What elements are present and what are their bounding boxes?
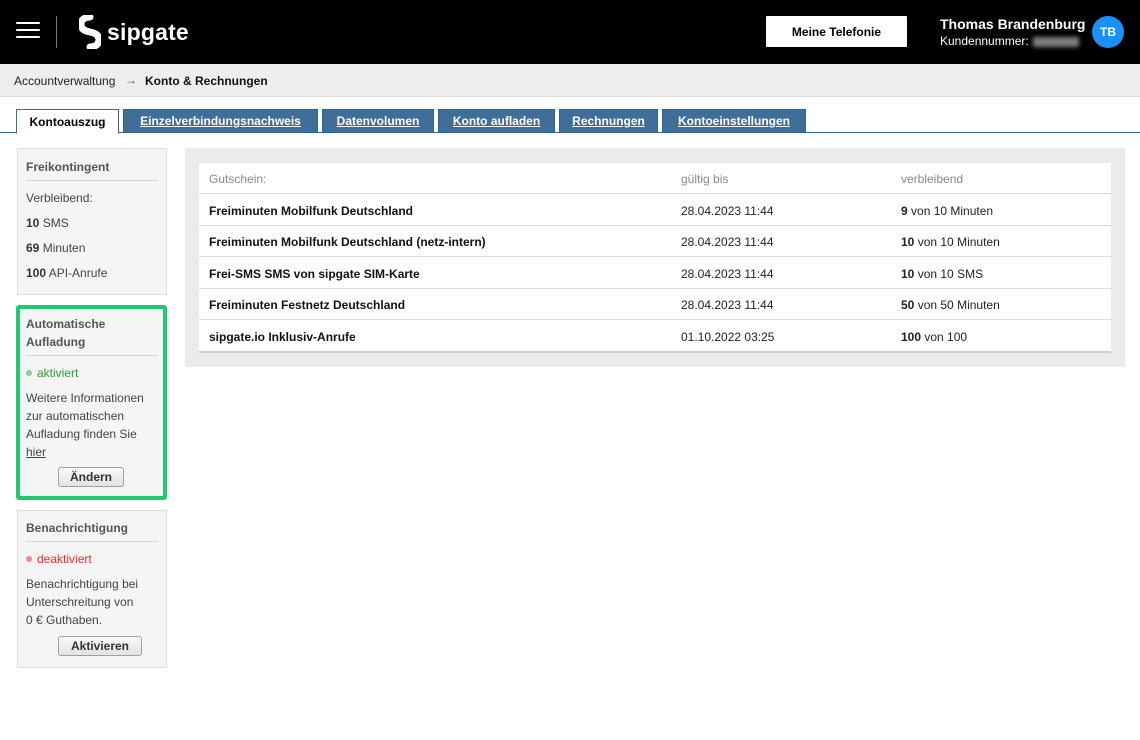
row-name: Freiminuten Festnetz Deutschland	[209, 298, 406, 312]
header-divider	[56, 16, 57, 48]
row-valid-until: 28.04.2023 11:44	[681, 235, 774, 249]
breadcrumb: Accountverwaltung → Konto & Rechnungen	[0, 64, 1140, 97]
header-verbleibend: verbleibend	[901, 172, 964, 186]
tab-datenvolumen[interactable]: Datenvolumen	[322, 109, 434, 133]
header-gutschein: Gutschein:	[209, 172, 267, 186]
tab-einzelverbindungsnachweis[interactable]: Einzelverbindungsnachweis	[123, 109, 318, 133]
table-row: Freiminuten Mobilfunk Deutschland (netz-…	[199, 226, 1111, 257]
row-name: Freiminuten Mobilfunk Deutschland (netz-…	[209, 235, 486, 249]
customer-number-redacted	[1032, 36, 1079, 47]
row-remaining: 50 von 50 Minuten	[901, 298, 1000, 312]
remaining-label: Verbleibend:	[26, 191, 93, 205]
tab-kontoauszug[interactable]: Kontoauszug	[16, 109, 119, 134]
notification-info-1: Benachrichtigung bei	[26, 577, 139, 591]
logo-text: sipgate	[107, 18, 189, 45]
notification-info-3: 0 € Guthaben.	[26, 613, 103, 627]
remaining-api-calls: 100 API-Anrufe	[26, 266, 108, 280]
row-valid-until: 01.10.2022 03:25	[681, 330, 775, 344]
table-row: Frei-SMS SMS von sipgate SIM-Karte 28.04…	[199, 258, 1111, 289]
table-header: Gutschein: gültig bis verbleibend	[199, 163, 1111, 194]
notification-info-2: Unterschreitung von	[26, 595, 134, 609]
tab-kontoeinstellungen[interactable]: Kontoeinstellungen	[662, 109, 806, 133]
freikontingent-box: Freikontingent Verbleibend: 10 SMS 69 Mi…	[17, 148, 167, 295]
notification-box: Benachrichtigung deaktiviert Benachricht…	[17, 510, 167, 668]
row-remaining: 10 von 10 Minuten	[901, 235, 1000, 249]
notification-divider	[26, 541, 158, 542]
row-remaining: 9 von 10 Minuten	[901, 204, 994, 218]
voucher-table: Gutschein: gültig bis verbleibend Freimi…	[199, 163, 1111, 353]
row-valid-until: 28.04.2023 11:44	[681, 204, 774, 218]
table-row: Freiminuten Festnetz Deutschland 28.04.2…	[199, 289, 1111, 320]
remaining-minutes: 69 Minuten	[26, 241, 86, 255]
notification-status: deaktiviert	[26, 550, 92, 568]
row-remaining: 100 von 100	[901, 330, 968, 344]
breadcrumb-current: Konto & Rechnungen	[145, 74, 268, 88]
row-valid-until: 28.04.2023 11:44	[681, 267, 774, 281]
row-name: Freiminuten Mobilfunk Deutschland	[209, 204, 414, 218]
freikontingent-title: Freikontingent	[26, 160, 110, 174]
arrow-right-icon: →	[125, 73, 137, 87]
row-name: sipgate.io Inklusiv-Anrufe	[209, 330, 356, 344]
row-valid-until: 28.04.2023 11:44	[681, 298, 774, 312]
header-gueltig-bis: gültig bis	[681, 172, 729, 186]
row-name: Frei-SMS SMS von sipgate SIM-Karte	[209, 267, 420, 281]
freikontingent-divider	[26, 180, 158, 181]
highlight-frame	[16, 305, 167, 500]
table-row: Freiminuten Mobilfunk Deutschland 28.04.…	[199, 195, 1111, 226]
user-name: Thomas Brandenburg	[940, 16, 1086, 32]
avatar[interactable]: TB	[1092, 16, 1124, 48]
remaining-sms: 10 SMS	[26, 216, 69, 230]
meine-telefonie-button[interactable]: Meine Telefonie	[766, 16, 907, 47]
customer-number-label: Kundennummer:	[940, 34, 1029, 48]
top-bar: sipgate Meine Telefonie Thomas Brandenbu…	[0, 0, 1140, 64]
status-dot-icon	[26, 555, 32, 562]
tab-rechnungen[interactable]: Rechnungen	[559, 109, 658, 133]
aktivieren-button[interactable]: Aktivieren	[58, 636, 142, 656]
customer-number: Kundennummer:	[940, 34, 1079, 48]
row-remaining: 10 von 10 SMS	[901, 267, 984, 281]
sipgate-logo[interactable]: sipgate	[79, 15, 189, 49]
tab-konto-aufladen[interactable]: Konto aufladen	[438, 109, 555, 133]
notification-title: Benachrichtigung	[26, 521, 129, 535]
table-row: sipgate.io Inklusiv-Anrufe 01.10.2022 03…	[199, 321, 1111, 352]
menu-icon[interactable]	[16, 22, 40, 42]
sipgate-logo-icon	[79, 15, 101, 49]
breadcrumb-accountverwaltung[interactable]: Accountverwaltung	[14, 74, 115, 88]
